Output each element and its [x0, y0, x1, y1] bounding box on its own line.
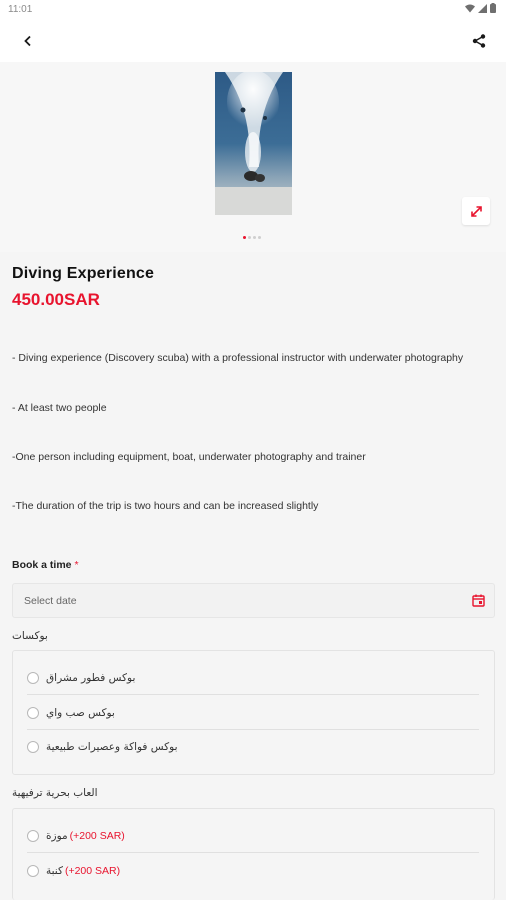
gallery-page-indicator	[243, 236, 261, 239]
description-line: -One person including equipment, boat, u…	[12, 451, 366, 463]
status-time: 11:01	[8, 4, 33, 15]
gallery-dot[interactable]	[248, 236, 251, 239]
date-picker-field[interactable]: Select date	[12, 583, 495, 618]
description-line: -The duration of the trip is two hours a…	[12, 500, 319, 512]
box-option[interactable]: بوكس صب واي	[27, 696, 479, 730]
back-button[interactable]	[15, 28, 41, 54]
share-button[interactable]	[466, 28, 492, 54]
image-gallery[interactable]	[0, 62, 506, 252]
wifi-icon	[465, 4, 475, 12]
option-label: بوكس صب واي	[46, 706, 115, 719]
radio-button[interactable]	[27, 706, 39, 719]
product-price: 450.00SAR	[12, 290, 100, 309]
product-image[interactable]	[215, 72, 292, 215]
app-bar	[0, 20, 506, 62]
radio-button[interactable]	[27, 829, 39, 842]
option-label: موزة	[46, 829, 68, 842]
required-mark: *	[74, 559, 79, 571]
description-line: - At least two people	[12, 402, 107, 414]
option-label: بوكس فطور مشراق	[46, 671, 136, 684]
radio-button[interactable]	[27, 865, 39, 877]
box-option[interactable]: بوكس فواكة وعصيرات طبيعية	[27, 730, 479, 764]
back-arrow-icon	[24, 35, 31, 47]
option-label: بوكس فواكة وعصيرات طبيعية	[46, 741, 178, 753]
boxes-options: بوكس فطور مشراق بوكس صب واي بوكس فواكة و…	[12, 650, 495, 775]
book-time-text: Book a time	[12, 559, 72, 571]
radio-button[interactable]	[27, 741, 39, 753]
gallery-dot[interactable]	[253, 236, 256, 239]
radio-button[interactable]	[27, 671, 39, 684]
battery-icon	[490, 3, 496, 13]
boxes-section-label: بوكسات	[12, 630, 48, 642]
product-title: Diving Experience	[12, 265, 155, 282]
gallery-dot[interactable]	[243, 236, 246, 239]
option-price: (+200 SAR)	[64, 865, 121, 877]
games-section-label: العاب بحرية ترفيهية	[12, 787, 98, 799]
description-line: - Diving experience (Discovery scuba) wi…	[12, 352, 464, 364]
book-time-label: Book a time *	[12, 559, 79, 571]
status-bar: 11:01	[0, 0, 506, 20]
status-icons	[465, 3, 496, 13]
games-options: موزة (+200 SAR) كنبة (+200 SAR)	[12, 808, 495, 900]
product-photo	[215, 72, 292, 215]
date-placeholder: Select date	[24, 595, 77, 607]
game-option[interactable]: موزة (+200 SAR)	[27, 819, 479, 853]
expand-icon	[470, 205, 482, 217]
gallery-dot[interactable]	[258, 236, 261, 239]
signal-icon	[478, 3, 487, 13]
option-price: (+200 SAR)	[69, 829, 125, 842]
option-label: كنبة	[46, 865, 63, 877]
share-icon	[472, 34, 486, 48]
expand-button[interactable]	[462, 197, 490, 225]
box-option[interactable]: بوكس فطور مشراق	[27, 661, 479, 695]
calendar-icon[interactable]	[472, 594, 485, 607]
game-option[interactable]: كنبة (+200 SAR)	[27, 854, 479, 888]
